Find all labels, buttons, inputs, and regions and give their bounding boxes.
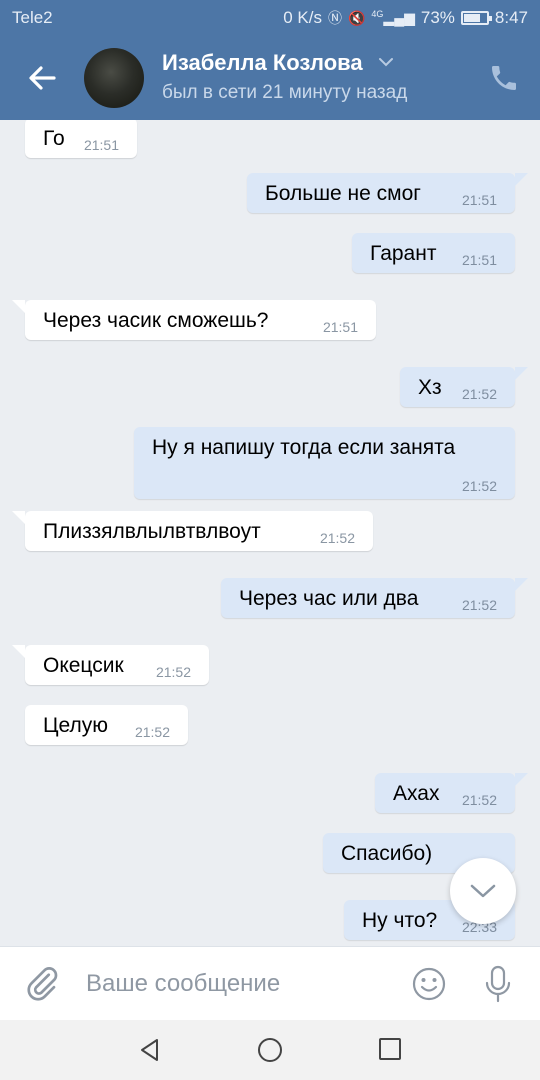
message-text: Ну что? <box>362 909 438 932</box>
message-text: Го <box>43 127 65 150</box>
message-text: Целую <box>43 714 109 737</box>
message-bubble-incoming[interactable]: Окецсик 21:52 <box>12 645 209 685</box>
network-type: 4G <box>371 9 384 20</box>
nav-recents-icon[interactable] <box>378 1037 402 1061</box>
back-button[interactable] <box>22 58 62 98</box>
smiley-icon <box>412 967 446 1001</box>
message-text: Спасибо) <box>341 842 433 865</box>
signal-icon: 4G▂▄▆ <box>371 9 415 26</box>
message-bubble-outgoing[interactable]: Гарант 21:51 <box>352 233 515 273</box>
message-bubble-incoming[interactable]: Го 21:51 <box>25 120 137 158</box>
battery-percent: 73% <box>420 8 455 27</box>
clock: 8:47 <box>494 8 528 27</box>
chevron-down-icon[interactable] <box>378 56 394 68</box>
message-time: 21:51 <box>461 192 497 208</box>
message-text: Плиззялвлылвтвлвоут <box>43 520 261 543</box>
scroll-down-button[interactable] <box>450 858 516 924</box>
message-text: Окецсик <box>43 654 124 677</box>
message-list[interactable]: Го 21:51 Больше не смог 21:51 Гарант 21:… <box>0 120 540 946</box>
system-nav-bar <box>0 1020 540 1080</box>
attach-button[interactable] <box>24 965 60 1001</box>
carrier-label: Tele2 <box>12 8 53 27</box>
battery-icon <box>460 11 492 25</box>
message-bubble-outgoing[interactable]: Хз 21:52 <box>400 367 528 407</box>
message-bubble-incoming[interactable]: Через часик сможешь? 21:51 <box>12 300 376 340</box>
message-text: Хз <box>418 376 442 399</box>
message-bubble-outgoing[interactable]: Больше не смог 21:51 <box>247 173 528 213</box>
voice-message-button[interactable] <box>482 964 514 1004</box>
avatar[interactable] <box>84 48 144 108</box>
message-time: 21:52 <box>134 724 170 740</box>
call-button[interactable] <box>488 62 520 94</box>
message-text: Больше не смог <box>265 182 421 205</box>
message-text: Ахах <box>393 782 440 805</box>
contact-status: был в сети 21 минуту назад <box>162 82 408 103</box>
message-time: 21:52 <box>461 792 497 808</box>
status-bar: Tele2 0 K/s Ⓝ 🔇 4G▂▄▆ 73% 8:47 <box>0 0 540 36</box>
battery-fill <box>463 14 480 22</box>
message-time: 21:51 <box>83 137 119 153</box>
nfc-icon: Ⓝ <box>327 10 342 26</box>
message-input[interactable] <box>76 961 396 1007</box>
message-bubble-incoming[interactable]: Плиззялвлылвтвлвоут 21:52 <box>12 511 373 551</box>
phone-icon <box>492 66 516 90</box>
message-time: 21:51 <box>322 319 358 335</box>
nav-home-icon[interactable] <box>257 1037 283 1063</box>
emoji-button[interactable] <box>411 966 447 1002</box>
back-arrow-icon <box>29 66 56 90</box>
net-speed: 0 K/s <box>283 8 322 27</box>
paperclip-icon <box>27 967 58 1001</box>
microphone-icon <box>485 965 511 1003</box>
message-bubble-outgoing[interactable]: Через час или два 21:52 <box>221 578 528 618</box>
composer-bar <box>0 946 540 1020</box>
message-time: 21:52 <box>319 530 355 546</box>
chat-header: Изабелла Козлова был в сети 21 минуту на… <box>0 36 540 120</box>
message-time: 21:52 <box>461 597 497 613</box>
message-text: Гарант <box>370 242 437 265</box>
mute-icon: 🔇 <box>347 9 366 26</box>
message-time: 21:52 <box>461 386 497 402</box>
message-time: 21:52 <box>155 664 191 680</box>
message-bubble-outgoing[interactable]: Ахах 21:52 <box>375 773 528 813</box>
message-bubble-incoming[interactable]: Целую 21:52 <box>25 705 188 745</box>
message-text: Через часик сможешь? <box>43 309 269 332</box>
contact-name[interactable]: Изабелла Козлова <box>162 50 363 76</box>
message-time: 21:51 <box>461 252 497 268</box>
message-bubble-outgoing[interactable]: Ну я напишу тогда если занята 21:52 <box>134 427 515 499</box>
nav-back-icon[interactable] <box>137 1037 163 1063</box>
chevron-down-icon <box>470 884 496 898</box>
message-time: 21:52 <box>461 478 497 494</box>
message-text: Ну я напишу тогда если занята <box>152 436 456 459</box>
message-text: Через час или два <box>239 587 419 610</box>
